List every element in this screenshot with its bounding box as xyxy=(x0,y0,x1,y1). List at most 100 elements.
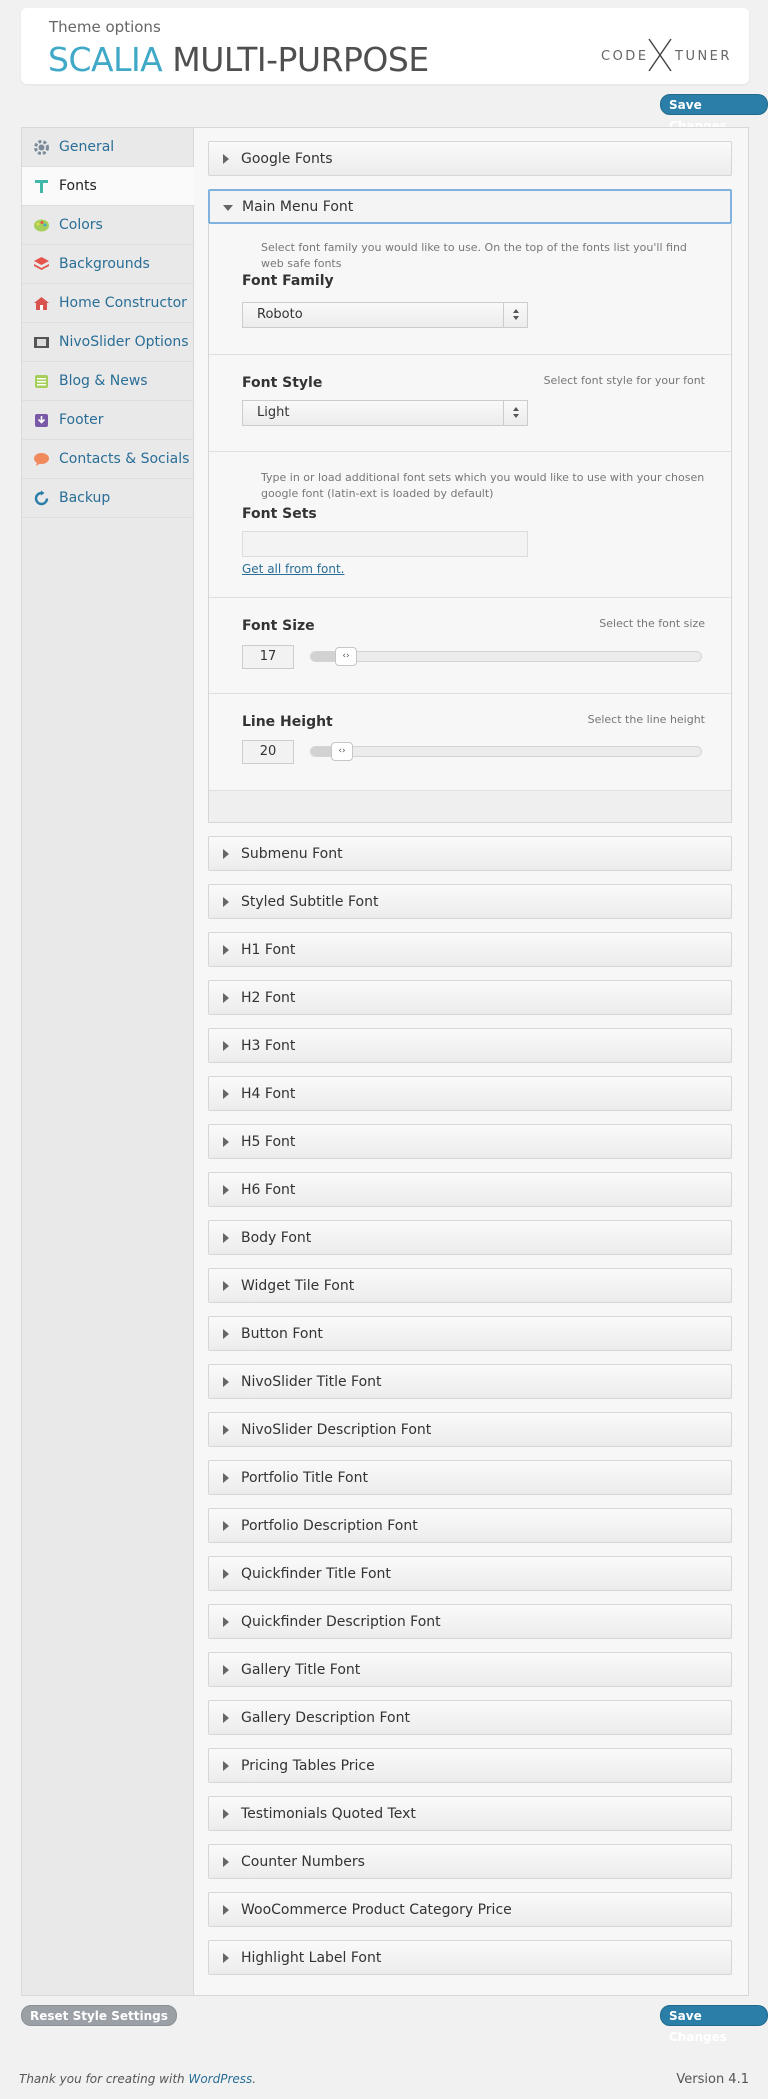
font-size-slider[interactable]: ‹› xyxy=(310,647,702,666)
accordion-nivoslider-title-font[interactable]: NivoSlider Title Font xyxy=(208,1364,732,1399)
font-sets-label: Font Sets xyxy=(242,506,317,522)
accordion-counter-numbers[interactable]: Counter Numbers xyxy=(208,1844,732,1879)
accordion-title: Testimonials Quoted Text xyxy=(241,1805,416,1822)
accordion-h4-font[interactable]: H4 Font xyxy=(208,1076,732,1111)
accordion-main-menu-font[interactable]: Main Menu Font xyxy=(208,189,732,224)
font-family-select[interactable]: Roboto xyxy=(242,302,528,328)
sidebar-item-general[interactable]: General xyxy=(22,128,193,167)
accordion-widget-tile-font[interactable]: Widget Tile Font xyxy=(208,1268,732,1303)
font-family-select-value: Roboto xyxy=(257,307,303,322)
refresh-icon xyxy=(34,490,49,506)
font-sets-input[interactable] xyxy=(242,531,528,557)
sidebar-item-blog-news[interactable]: Blog & News xyxy=(22,362,193,401)
sidebar-item-footer[interactable]: Footer xyxy=(22,401,193,440)
caret-right-icon xyxy=(223,1857,229,1867)
film-icon xyxy=(34,337,49,348)
sidebar-item-label: NivoSlider Options xyxy=(59,334,189,350)
accordion-gallery-title-font[interactable]: Gallery Title Font xyxy=(208,1652,732,1687)
caret-right-icon xyxy=(223,897,229,907)
accordion-quickfinder-title-font[interactable]: Quickfinder Title Font xyxy=(208,1556,732,1591)
line-height-value[interactable]: 20 xyxy=(242,740,294,764)
line-height-slider[interactable]: ‹› xyxy=(310,742,702,761)
sidebar-item-backgrounds[interactable]: Backgrounds xyxy=(22,245,193,284)
caret-down-icon xyxy=(223,205,233,211)
accordion-h5-font[interactable]: H5 Font xyxy=(208,1124,732,1159)
accordion-title: Body Font xyxy=(241,1229,312,1246)
font-size-description: Select the font size xyxy=(599,617,705,630)
font-style-select-value: Light xyxy=(257,405,290,420)
accordion-title: Pricing Tables Price xyxy=(241,1757,375,1774)
accordion-woocommerce-product-category-price[interactable]: WooCommerce Product Category Price xyxy=(208,1892,732,1927)
caret-right-icon xyxy=(223,1473,229,1483)
accordion-h3-font[interactable]: H3 Font xyxy=(208,1028,732,1063)
line-height-label: Line Height xyxy=(242,714,333,730)
accordion-submenu-font[interactable]: Submenu Font xyxy=(208,836,732,871)
font-size-section: Font Size Select the font size 17 ‹› xyxy=(209,598,731,694)
accordion-h6-font[interactable]: H6 Font xyxy=(208,1172,732,1207)
sidebar-item-label: Contacts & Socials xyxy=(59,451,190,467)
sidebar-item-colors[interactable]: Colors xyxy=(22,206,193,245)
codetuner-logo: CODE TUNER xyxy=(601,38,732,72)
reset-style-settings-button[interactable]: Reset Style Settings xyxy=(21,2005,177,2026)
accordion-gallery-description-font[interactable]: Gallery Description Font xyxy=(208,1700,732,1735)
thanks-text: Thank you for creating with xyxy=(19,2072,185,2086)
font-style-select[interactable]: Light xyxy=(242,400,528,426)
font-size-value[interactable]: 17 xyxy=(242,645,294,669)
logo-text-right: TUNER xyxy=(674,49,732,64)
sidebar-item-label: Footer xyxy=(59,412,104,428)
caret-right-icon xyxy=(223,1329,229,1339)
caret-right-icon xyxy=(223,1521,229,1531)
wordpress-link[interactable]: WordPress xyxy=(188,2072,252,2086)
accordion-title: H3 Font xyxy=(241,1037,296,1054)
accordion-portfolio-description-font[interactable]: Portfolio Description Font xyxy=(208,1508,732,1543)
save-changes-button-bottom[interactable]: Save Changes xyxy=(660,2005,768,2044)
layers-icon xyxy=(34,257,49,270)
accordion-google-fonts[interactable]: Google Fonts xyxy=(208,141,732,176)
accordion-styled-subtitle-font[interactable]: Styled Subtitle Font xyxy=(208,884,732,919)
accordion-title: H4 Font xyxy=(241,1085,296,1102)
accordion-title: Submenu Font xyxy=(241,845,343,862)
accordion-h1-font[interactable]: H1 Font xyxy=(208,932,732,967)
accordion-button-font[interactable]: Button Font xyxy=(208,1316,732,1351)
sidebar-item-home-constructor[interactable]: Home Constructor xyxy=(22,284,193,323)
accordion-title: WooCommerce Product Category Price xyxy=(241,1901,512,1918)
accordion-highlight-label-font[interactable]: Highlight Label Font xyxy=(208,1940,732,1975)
select-arrows-icon xyxy=(503,401,527,425)
slider-handle[interactable]: ‹› xyxy=(331,742,353,761)
accordion-title: NivoSlider Title Font xyxy=(241,1373,382,1390)
caret-right-icon xyxy=(223,945,229,955)
sidebar-item-nivoslider-options[interactable]: NivoSlider Options xyxy=(22,323,193,362)
line-height-section: Line Height Select the line height 20 ‹› xyxy=(209,694,731,790)
list-icon xyxy=(35,375,48,388)
accordion-title: NivoSlider Description Font xyxy=(241,1421,432,1438)
sidebar-item-backup[interactable]: Backup xyxy=(22,479,193,518)
caret-right-icon xyxy=(223,1809,229,1819)
title-part-1: SCALIA xyxy=(48,40,163,79)
accordion-testimonials-quoted-text[interactable]: Testimonials Quoted Text xyxy=(208,1796,732,1831)
accordion-title: Quickfinder Title Font xyxy=(241,1565,391,1582)
options-panel: General Fonts Colors Backgrounds Home Co… xyxy=(21,127,749,1996)
caret-right-icon xyxy=(223,1665,229,1675)
save-changes-button-top[interactable]: Save Changes xyxy=(660,94,768,133)
sidebar-item-label: Blog & News xyxy=(59,373,148,389)
accordion-nivoslider-description-font[interactable]: NivoSlider Description Font xyxy=(208,1412,732,1447)
sidebar-item-label: Backup xyxy=(59,490,111,506)
accordion-title: Quickfinder Description Font xyxy=(241,1613,441,1630)
caret-right-icon xyxy=(223,993,229,1003)
caret-right-icon xyxy=(223,1761,229,1771)
accordion-title: Gallery Description Font xyxy=(241,1709,410,1726)
accordion-portfolio-title-font[interactable]: Portfolio Title Font xyxy=(208,1460,732,1495)
accordion-title: Button Font xyxy=(241,1325,323,1342)
get-all-from-font-link[interactable]: Get all from font. xyxy=(242,562,344,576)
slider-handle[interactable]: ‹› xyxy=(335,647,357,666)
accordion-body-font[interactable]: Body Font xyxy=(208,1220,732,1255)
sidebar-item-fonts[interactable]: Fonts xyxy=(22,167,194,206)
font-family-description: Select font family you would like to use… xyxy=(261,241,687,270)
sidebar-item-contacts-socials[interactable]: Contacts & Socials xyxy=(22,440,193,479)
accordion-quickfinder-description-font[interactable]: Quickfinder Description Font xyxy=(208,1604,732,1639)
accordion-h2-font[interactable]: H2 Font xyxy=(208,980,732,1015)
fonts-content: Google Fonts Main Menu Font Select font … xyxy=(208,141,732,1988)
accordion-pricing-tables-price[interactable]: Pricing Tables Price xyxy=(208,1748,732,1783)
accordion-footer-bar xyxy=(209,790,731,823)
header-subtitle: Theme options xyxy=(49,18,161,36)
